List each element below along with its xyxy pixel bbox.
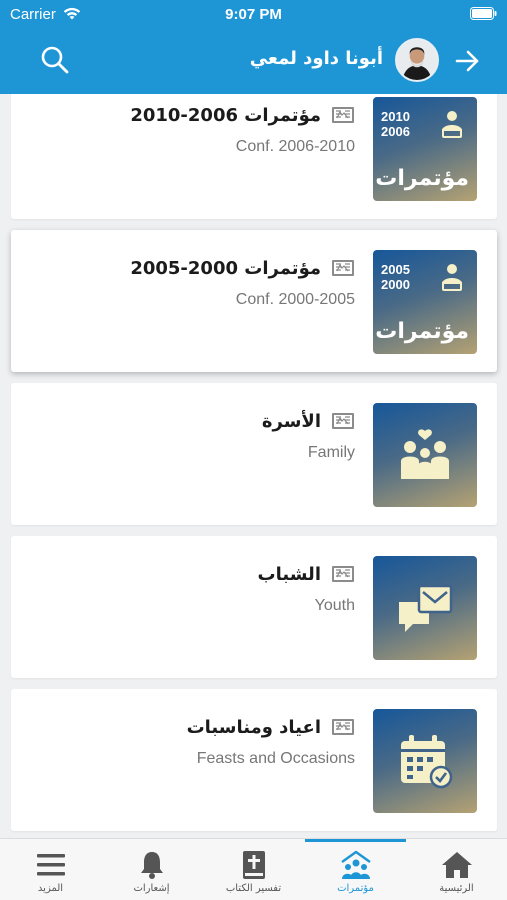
user-name: أبونا داود لمعي xyxy=(249,48,383,69)
card-subtitle: Youth xyxy=(314,597,355,614)
thumb-year-bottom: 2006 xyxy=(381,124,410,139)
tab-more[interactable]: المزيد xyxy=(0,839,101,900)
list-item-youth[interactable]: الشباب Youth xyxy=(11,536,497,678)
thumb-word: مؤتمرات xyxy=(375,166,469,191)
home-icon xyxy=(441,852,472,878)
card-title-row: مؤتمرات 2000-2005 xyxy=(130,255,355,281)
bell-icon xyxy=(140,852,163,879)
book-icon xyxy=(332,566,354,582)
tab-label: الرئيسية xyxy=(439,883,474,894)
thumb-word: مؤتمرات xyxy=(375,319,469,344)
card-thumbnail xyxy=(373,709,477,813)
thumb-years: 2010 2006 xyxy=(381,109,410,139)
arrow-right-icon[interactable] xyxy=(453,47,481,75)
speaker-icon xyxy=(442,264,462,291)
card-title-row: اعياد ومناسبات xyxy=(187,714,355,740)
card-title-row: مؤتمرات 2006-2010 xyxy=(130,102,355,128)
card-thumbnail: 2005 2000 مؤتمرات xyxy=(373,250,477,354)
list-item-feasts[interactable]: اعياد ومناسبات Feasts and Occasions xyxy=(11,689,497,831)
battery-icon xyxy=(470,7,497,20)
card-subtitle: Conf. 2006-2010 xyxy=(235,138,355,155)
book-icon xyxy=(332,413,354,429)
book-icon xyxy=(332,260,354,276)
list-item-family[interactable]: الأسرة Family xyxy=(11,383,497,525)
card-subtitle: Feasts and Occasions xyxy=(196,750,355,767)
conference-list: مؤتمرات 2006-2010 Conf. 2006-2010 2010 2… xyxy=(0,94,507,838)
book-icon xyxy=(332,107,354,123)
calendar-icon xyxy=(401,735,453,789)
book-icon xyxy=(332,719,354,735)
card-thumbnail xyxy=(373,556,477,660)
family-icon xyxy=(401,429,449,479)
thumb-year-top: 2005 xyxy=(381,262,410,277)
tab-conferences[interactable]: مؤتمرات xyxy=(305,839,406,900)
tab-label: إشعارات xyxy=(133,883,170,894)
tab-notifications[interactable]: إشعارات xyxy=(101,839,202,900)
status-bar: Carrier 9:07 PM xyxy=(0,0,507,30)
card-title: الأسرة xyxy=(261,410,321,432)
card-title: مؤتمرات 2000-2005 xyxy=(130,257,321,279)
card-thumbnail xyxy=(373,403,477,507)
tab-label: المزيد xyxy=(37,883,64,894)
card-thumbnail: 2010 2006 مؤتمرات xyxy=(373,97,477,201)
avatar[interactable] xyxy=(395,38,439,82)
tab-label: مؤتمرات xyxy=(337,883,374,894)
chat-icon xyxy=(399,584,453,632)
list-item-conf-2000-2005[interactable]: مؤتمرات 2000-2005 Conf. 2000-2005 2005 2… xyxy=(11,230,497,372)
card-title-row: الأسرة xyxy=(262,408,355,434)
app-header: Carrier 9:07 PM أبونا داود لمعي xyxy=(0,0,507,94)
card-title: اعياد ومناسبات xyxy=(186,716,321,738)
card-title-row: الشباب xyxy=(258,561,355,587)
card-subtitle: Conf. 2000-2005 xyxy=(235,291,355,308)
thumb-year-bottom: 2000 xyxy=(381,277,410,292)
tab-home[interactable]: الرئيسية xyxy=(406,839,507,900)
conference-icon xyxy=(340,850,371,879)
card-title: الشباب xyxy=(257,563,321,585)
list-item-conf-2006-2010[interactable]: مؤتمرات 2006-2010 Conf. 2006-2010 2010 2… xyxy=(11,94,497,219)
thumb-years: 2005 2000 xyxy=(381,262,410,292)
card-subtitle: Family xyxy=(307,444,355,461)
speaker-icon xyxy=(442,111,462,138)
search-icon[interactable] xyxy=(40,45,70,75)
tab-bible-commentary[interactable]: تفسير الكتاب xyxy=(203,839,304,900)
tab-label: تفسير الكتاب xyxy=(225,883,282,894)
tab-bar: المزيد إشعارات تفسير الكتاب مؤتمرات الرئ… xyxy=(0,838,507,900)
card-title: مؤتمرات 2006-2010 xyxy=(130,104,321,126)
bible-icon xyxy=(242,851,265,879)
thumb-year-top: 2010 xyxy=(381,109,410,124)
menu-icon xyxy=(36,854,65,876)
priest-avatar-icon xyxy=(397,40,437,80)
status-time: 9:07 PM xyxy=(225,6,282,23)
